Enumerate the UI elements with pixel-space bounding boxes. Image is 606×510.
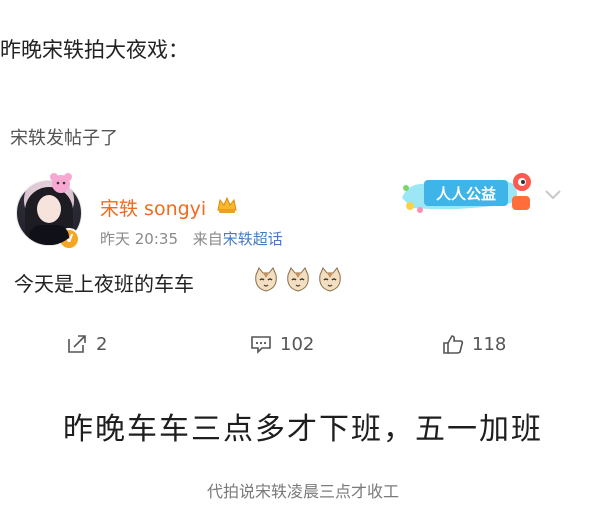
pendant-icon [50,173,72,193]
intro-title: 昨晚宋轶拍大夜戏： [0,38,189,62]
caption: 代拍说宋轶凌晨三点才收工 [206,482,399,501]
like-count: 118 [472,333,507,355]
campaign-icon[interactable]: 人人公益 [398,168,542,216]
like-icon [443,335,464,354]
post-text: 今天是上夜班的车车 [14,272,194,296]
comment-count: 102 [280,333,315,355]
post-username[interactable]: 宋轶 songyi [100,194,206,221]
cat-emoji-icon [319,267,341,292]
cat-emoji-icon [287,267,309,292]
repost-icon [68,335,86,353]
comment-icon [251,336,271,354]
chevron-down-icon[interactable] [544,188,562,202]
emoji-row [252,266,344,294]
like-button[interactable]: 118 [442,332,506,356]
crown-icon [217,196,237,213]
headline: 昨晚车车三点多才下班，五一加班 [63,412,543,447]
source-prefix: 来自 [192,230,223,248]
source-link[interactable]: 宋轶超话 [223,230,283,248]
post-meta: 昨天 20:35 来自宋轶超话 [100,228,283,249]
post-time: 昨天 20:35 [100,230,178,248]
campaign-label: 人人公益 [436,185,496,203]
repost-count: 2 [96,333,108,355]
section-label: 宋轶发帖子了 [10,128,118,149]
repost-button[interactable]: 2 [66,332,107,356]
comment-button[interactable]: 102 [250,332,314,356]
cat-emoji-icon [255,267,277,292]
